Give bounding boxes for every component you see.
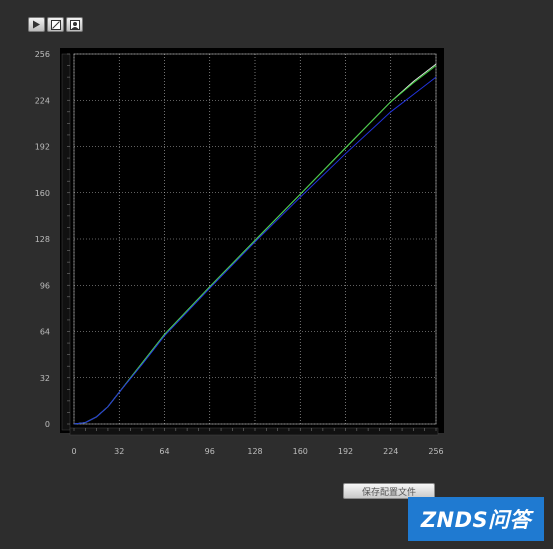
y-tick-label: 128 xyxy=(35,235,50,244)
y-tick-label: 0 xyxy=(45,420,50,429)
y-tick-label: 224 xyxy=(35,96,50,105)
x-axis-bar xyxy=(69,427,439,436)
y-tick-label: 256 xyxy=(35,50,50,59)
x-tick-label: 32 xyxy=(114,447,124,456)
watermark-logo: ZNDS问答 xyxy=(408,497,544,541)
x-tick-label: 192 xyxy=(338,447,353,456)
x-tick-label: 64 xyxy=(159,447,169,456)
x-tick-label: 256 xyxy=(428,447,443,456)
x-tick-label: 160 xyxy=(293,447,308,456)
x-tick-label: 0 xyxy=(71,447,76,456)
x-tick-label: 96 xyxy=(205,447,215,456)
y-tick-label: 96 xyxy=(40,281,50,290)
y-tick-label: 160 xyxy=(35,189,50,198)
curve-chart[interactable]: 0 32 64 96 128 160 192 224 256 0 32 64 96 128 160 192 22… xyxy=(0,0,553,549)
x-tick-label: 128 xyxy=(247,447,262,456)
y-tick-label: 192 xyxy=(35,143,50,152)
x-tick-label: 224 xyxy=(383,447,398,456)
y-tick-label: 64 xyxy=(40,328,50,337)
y-axis-bar xyxy=(61,53,71,431)
y-tick-label: 32 xyxy=(40,374,50,383)
